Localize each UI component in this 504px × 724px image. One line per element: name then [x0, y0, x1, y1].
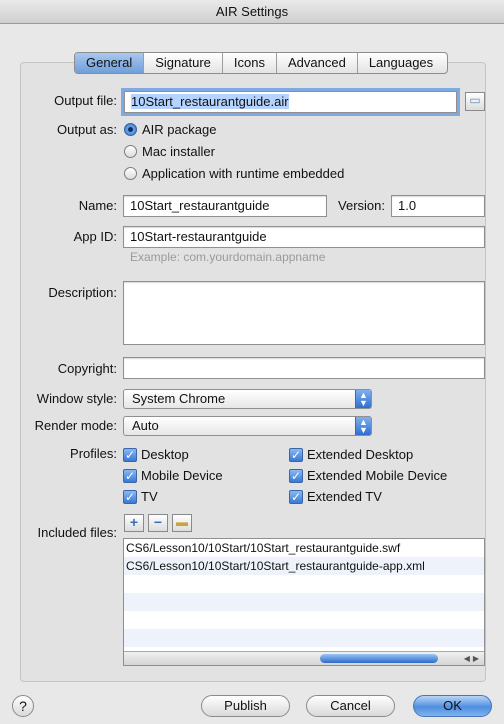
included-files-list[interactable]: CS6/Lesson10/10Start/10Start_restaurantg… [123, 538, 485, 666]
add-folder-button[interactable]: ▬ [172, 514, 192, 532]
window-style-label: Window style: [36, 391, 117, 406]
checkmark-icon: ✓ [289, 447, 303, 462]
minus-icon: − [153, 514, 163, 530]
render-mode-select[interactable]: Auto ▲ ▼ [123, 416, 372, 436]
window-title: AIR Settings [0, 0, 504, 24]
app-id-label: App ID: [73, 229, 117, 244]
output-file-field[interactable]: 10Start_restaurantguide.air [124, 91, 457, 113]
profile-mobile-device[interactable]: ✓ Mobile Device [123, 468, 223, 483]
profile-desktop[interactable]: ✓ Desktop [123, 447, 189, 462]
horizontal-scrollbar[interactable]: ◀▶ [124, 651, 484, 665]
tab-languages[interactable]: Languages [358, 53, 447, 73]
tab-advanced[interactable]: Advanced [277, 53, 358, 73]
name-field[interactable]: 10Start_restaurantguide [123, 195, 327, 217]
profile-extended-desktop[interactable]: ✓ Extended Desktop [289, 447, 413, 462]
profile-extended-mobile-device[interactable]: ✓ Extended Mobile Device [289, 468, 447, 483]
select-arrows-icon: ▲ ▼ [355, 417, 371, 435]
radio-mac-installer-label: Mac installer [142, 144, 215, 159]
render-mode-label: Render mode: [34, 418, 117, 433]
select-arrows-icon: ▲ ▼ [355, 390, 371, 408]
radio-runtime-embedded-label: Application with runtime embedded [142, 166, 345, 181]
window-style-value: System Chrome [132, 391, 226, 406]
plus-icon: + [129, 514, 139, 530]
list-item-empty [124, 593, 484, 611]
checkmark-icon: ✓ [123, 489, 137, 504]
profile-desktop-label: Desktop [141, 447, 189, 462]
scroll-arrows-icon[interactable]: ◀▶ [464, 652, 482, 665]
list-item-empty [124, 611, 484, 629]
output-file-value: 10Start_restaurantguide.air [131, 94, 289, 109]
tab-signature[interactable]: Signature [144, 53, 223, 73]
profile-tv[interactable]: ✓ TV [123, 489, 158, 504]
profiles-label: Profiles: [70, 446, 117, 461]
list-item[interactable]: CS6/Lesson10/10Start/10Start_restaurantg… [124, 539, 484, 557]
radio-selected-icon [124, 123, 137, 136]
window-style-select[interactable]: System Chrome ▲ ▼ [123, 389, 372, 409]
output-as-label: Output as: [57, 122, 117, 137]
radio-runtime-embedded[interactable]: Application with runtime embedded [124, 166, 344, 181]
profile-extended-mobile-device-label: Extended Mobile Device [307, 468, 448, 483]
app-id-field[interactable]: 10Start-restaurantguide [123, 226, 485, 248]
checkmark-icon: ✓ [123, 447, 137, 462]
description-field[interactable] [123, 281, 485, 345]
name-label: Name: [78, 198, 117, 213]
copyright-label: Copyright: [57, 361, 117, 376]
render-mode-value: Auto [132, 418, 159, 433]
list-item-empty [124, 629, 484, 647]
output-file-label: Output file: [54, 93, 117, 108]
checkmark-icon: ✓ [123, 468, 137, 483]
radio-air-package-label: AIR package [142, 122, 217, 137]
checkmark-icon: ✓ [289, 489, 303, 504]
radio-air-package[interactable]: AIR package [124, 122, 216, 137]
radio-unselected-icon [124, 145, 137, 158]
folder-icon: ▬ [176, 515, 188, 529]
tab-general[interactable]: General [75, 53, 145, 73]
help-button[interactable]: ? [12, 695, 34, 717]
ok-button[interactable]: OK [413, 695, 492, 717]
profile-extended-tv[interactable]: ✓ Extended TV [289, 489, 382, 504]
included-files-label: Included files: [37, 525, 118, 540]
profile-mobile-device-label: Mobile Device [141, 468, 223, 483]
list-item-empty [124, 575, 484, 593]
tab-icons[interactable]: Icons [223, 53, 277, 73]
browse-folder-button[interactable]: ▭ [465, 92, 485, 111]
remove-file-button[interactable]: − [148, 514, 168, 532]
radio-unselected-icon [124, 167, 137, 180]
description-label: Description: [48, 285, 117, 300]
checkmark-icon: ✓ [289, 468, 303, 483]
profile-tv-label: TV [141, 489, 158, 504]
folder-icon: ▭ [469, 93, 481, 107]
profile-extended-desktop-label: Extended Desktop [307, 447, 414, 462]
publish-button[interactable]: Publish [201, 695, 290, 717]
version-field[interactable]: 1.0 [391, 195, 485, 217]
app-id-hint: Example: com.yourdomain.appname [130, 250, 326, 264]
scrollbar-thumb[interactable] [320, 654, 438, 663]
profile-extended-tv-label: Extended TV [307, 489, 382, 504]
radio-mac-installer[interactable]: Mac installer [124, 144, 215, 159]
cancel-button[interactable]: Cancel [306, 695, 395, 717]
copyright-field[interactable] [123, 357, 485, 379]
list-item[interactable]: CS6/Lesson10/10Start/10Start_restaurantg… [124, 557, 484, 575]
add-file-button[interactable]: + [124, 514, 144, 532]
version-label: Version: [338, 198, 385, 213]
tab-bar: General Signature Icons Advanced Languag… [74, 52, 449, 74]
